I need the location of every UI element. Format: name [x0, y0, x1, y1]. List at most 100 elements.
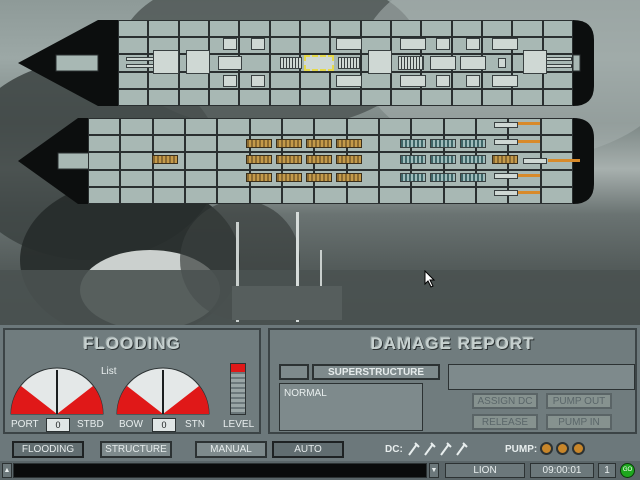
wrench-icon	[456, 442, 468, 456]
auto-button[interactable]: AUTO	[272, 441, 344, 458]
release-button[interactable]: RELEASE	[472, 414, 538, 430]
pump-in-button[interactable]: PUMP IN	[546, 414, 612, 430]
damage-report-panel: DAMAGE REPORT SUPERSTRUCTURE NORMAL ASSI…	[268, 328, 637, 434]
boat-deck-icon	[492, 75, 518, 87]
magazine-icon	[246, 173, 272, 182]
boiler-icon	[460, 155, 486, 164]
boiler-icon	[430, 139, 456, 148]
dc-team-1[interactable]	[406, 441, 420, 457]
damage-message-box	[448, 364, 635, 390]
boat-deck-icon	[492, 38, 518, 50]
aft-turret-icon	[368, 50, 392, 74]
selected-section-highlight[interactable]	[304, 55, 334, 71]
propeller-shaft-icon	[494, 173, 518, 179]
flood-level-meter	[230, 363, 246, 415]
flood-level-warning	[231, 364, 245, 372]
aft-magazine-icon	[492, 155, 518, 164]
damage-report-title: DAMAGE REPORT	[370, 334, 535, 353]
manual-button[interactable]: MANUAL	[195, 441, 267, 458]
secondary-gun-icon	[251, 38, 265, 50]
forward-gun-barrels-icon	[126, 57, 154, 61]
boat-deck-icon	[400, 38, 426, 50]
boiler-icon	[430, 173, 456, 182]
section-name: SUPERSTRUCTURE	[312, 364, 440, 380]
pump-2[interactable]	[556, 442, 569, 455]
aft-gun-barrels-icon	[546, 57, 572, 61]
wrench-icon	[424, 442, 436, 456]
boat-deck-icon	[400, 75, 426, 87]
boat-deck-icon	[460, 56, 486, 70]
list-value: 0	[46, 418, 70, 432]
b-turret-icon	[186, 50, 210, 74]
dc-team-4[interactable]	[454, 441, 468, 457]
section-select-button[interactable]	[279, 364, 309, 380]
flooding-tab[interactable]: FLOODING	[12, 441, 84, 458]
bridge-icon	[218, 56, 242, 70]
dc-team-3[interactable]	[438, 441, 452, 457]
stn-label: STN	[185, 419, 205, 430]
boiler-icon	[400, 155, 426, 164]
assign-dc-button[interactable]: ASSIGN DC	[472, 393, 538, 409]
message-scroll-down-button[interactable]: ▼	[429, 463, 439, 478]
funnel-icon	[280, 57, 302, 69]
propeller-icon	[518, 140, 540, 143]
level-label: LEVEL	[223, 419, 255, 430]
flooding-title: FLOODING	[83, 334, 181, 353]
rudder-icon	[548, 159, 580, 162]
list-gauge	[10, 367, 104, 415]
forward-gun-barrels-icon	[126, 64, 154, 68]
magazine-icon	[336, 173, 362, 182]
pump-1[interactable]	[540, 442, 553, 455]
boiler-icon	[460, 139, 486, 148]
secondary-gun-icon	[251, 75, 265, 87]
aft-gun-barrels-icon	[546, 64, 572, 68]
section-status-box: NORMAL	[279, 383, 423, 431]
mast-icon	[498, 58, 506, 68]
wrench-icon	[408, 442, 420, 456]
forward-magazine-icon	[152, 155, 178, 164]
propeller-shaft-icon	[494, 190, 518, 196]
magazine-icon	[306, 139, 332, 148]
structure-tab[interactable]: STRUCTURE	[100, 441, 172, 458]
propeller-icon	[518, 174, 540, 177]
trim-value: 0	[152, 418, 176, 432]
secondary-gun-icon	[436, 75, 450, 87]
lower-deck-hull	[18, 118, 594, 204]
message-scroll-up-button[interactable]: ▲	[2, 463, 12, 478]
go-button[interactable]: GO	[620, 463, 635, 478]
magazine-icon	[336, 139, 362, 148]
ship-name: LION	[445, 463, 525, 478]
magazine-icon	[306, 173, 332, 182]
boiler-icon	[460, 173, 486, 182]
boat-deck-icon	[336, 75, 362, 87]
flooding-panel: FLOODING List PORT 0 STBD BOW 0 STN LEVE…	[3, 328, 261, 434]
forward-turret-icon	[153, 50, 179, 74]
dc-team-2[interactable]	[422, 441, 436, 457]
message-log	[13, 463, 427, 478]
dc-label: DC:	[385, 444, 403, 455]
status-bar: ▲ ▼ LION 09:00:01 1 GO	[0, 461, 640, 480]
x-turret-icon	[523, 50, 547, 74]
aft-control-icon	[430, 56, 456, 70]
stbd-label: STBD	[77, 419, 104, 430]
secondary-gun-icon	[466, 75, 480, 87]
secondary-gun-icon	[436, 38, 450, 50]
section-status-text: NORMAL	[284, 388, 327, 399]
upper-deck-hull	[18, 20, 594, 106]
secondary-gun-icon	[466, 38, 480, 50]
control-panel: FLOODING List PORT 0 STBD BOW 0 STN LEVE…	[0, 325, 640, 480]
magazine-icon	[276, 173, 302, 182]
boat-deck-icon	[336, 38, 362, 50]
wrench-icon	[440, 442, 452, 456]
pump-label: PUMP:	[505, 444, 538, 455]
time-compression[interactable]: 1	[598, 463, 616, 478]
pump-3[interactable]	[572, 442, 585, 455]
pump-out-button[interactable]: PUMP OUT	[546, 393, 612, 409]
searchlight-icon	[398, 56, 424, 70]
port-label: PORT	[11, 419, 39, 430]
funnel-icon	[338, 57, 360, 69]
go-label: GO	[622, 467, 633, 473]
propeller-shaft-icon	[523, 158, 547, 164]
secondary-gun-icon	[223, 38, 237, 50]
secondary-gun-icon	[223, 75, 237, 87]
